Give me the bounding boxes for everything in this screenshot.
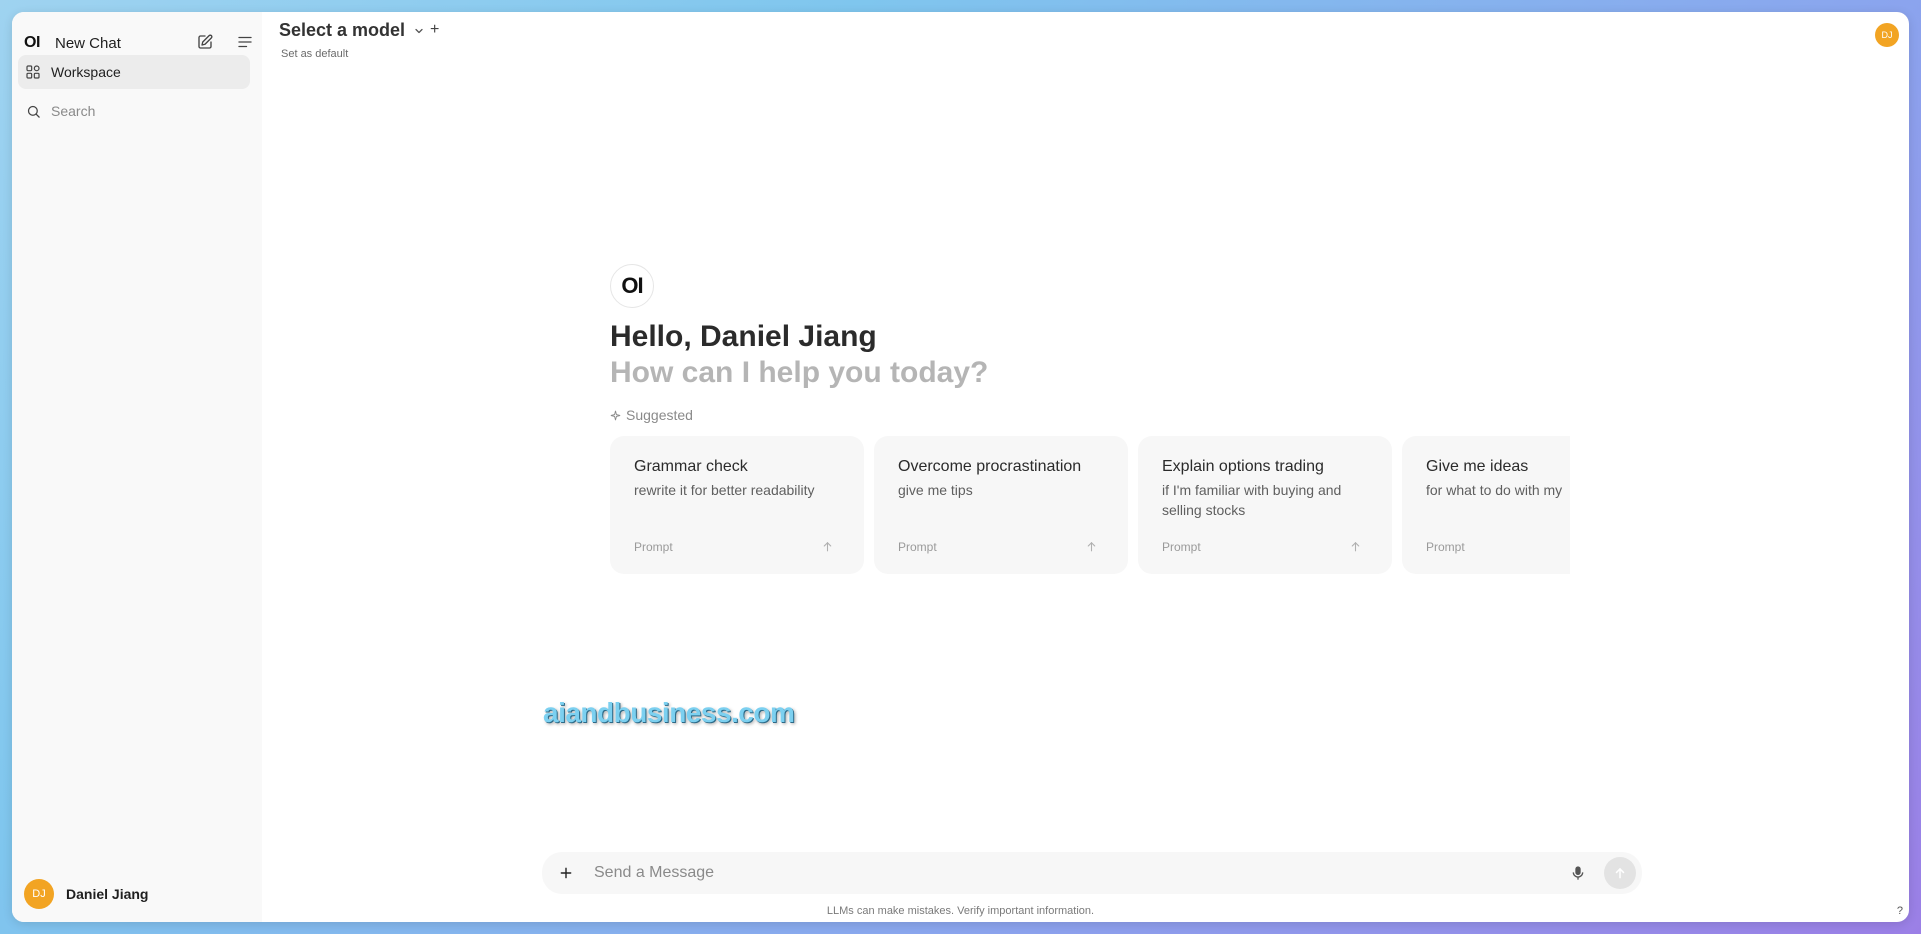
suggestion-list: Grammar check rewrite it for better read… (610, 436, 1570, 588)
hero-logo: OI (610, 264, 654, 308)
suggestion-card[interactable]: Overcome procrastination give me tips Pr… (874, 436, 1128, 574)
help-button[interactable]: ? (1897, 905, 1903, 917)
suggestion-card[interactable]: Explain options trading if I'm familiar … (1138, 436, 1392, 574)
suggestion-subtitle: give me tips (898, 482, 973, 498)
sidebar-search (18, 96, 250, 126)
arrow-up-icon (1615, 867, 1625, 879)
model-selector-label: Select a model (279, 20, 406, 40)
suggested-label: Suggested (626, 407, 693, 423)
add-model-button[interactable]: + (430, 21, 439, 39)
sidebar-item-label: Workspace (51, 64, 121, 80)
suggested-heading: Suggested (610, 407, 693, 423)
avatar[interactable]: DJ (1875, 23, 1899, 47)
suggestion-title: Overcome procrastination (898, 458, 1082, 475)
suggestion-subtitle: if I'm familiar with buying and selling … (1162, 482, 1342, 518)
send-button[interactable] (1604, 857, 1636, 889)
suggestion-subtitle: for what to do with my (1426, 482, 1563, 498)
workspace-icon (24, 63, 42, 81)
new-chat-edit-icon[interactable] (192, 29, 218, 55)
watermark-text: aiandbusiness.com (543, 697, 795, 728)
greeting: Hello, Daniel Jiang (610, 320, 877, 353)
sparkle-icon (610, 410, 621, 421)
user-name: Daniel Jiang (66, 886, 149, 902)
suggestion-title: Give me ideas (1426, 458, 1529, 475)
attach-plus-icon[interactable] (554, 861, 578, 885)
arrow-up-icon (1085, 540, 1098, 553)
greeting-subtitle: How can I help you today? (610, 356, 989, 389)
search-icon (24, 102, 42, 120)
suggestion-title: Explain options trading (1162, 458, 1324, 475)
suggestion-tag: Prompt (1426, 540, 1465, 554)
model-selector[interactable]: Select a model (279, 20, 425, 41)
message-composer (542, 852, 1642, 894)
suggestion-tag: Prompt (634, 540, 673, 554)
disclaimer-text: LLMs can make mistakes. Verify important… (826, 905, 1095, 917)
suggestion-tag: Prompt (1162, 540, 1201, 554)
app-window: OI New Chat Workspace Search DJ Daniel J… (12, 12, 1909, 922)
sidebar-menu-icon[interactable] (232, 29, 258, 55)
microphone-icon[interactable] (1566, 861, 1590, 885)
suggestion-card[interactable]: Grammar check rewrite it for better read… (610, 436, 864, 574)
suggestion-title: Grammar check (634, 458, 748, 475)
arrow-up-icon (821, 540, 834, 553)
chevron-down-icon (413, 25, 425, 37)
message-input[interactable] (594, 864, 1566, 882)
app-logo[interactable]: OI (24, 34, 40, 52)
new-chat-label[interactable]: New Chat (55, 35, 121, 52)
suggestion-tag: Prompt (898, 540, 937, 554)
suggestion-card[interactable]: Give me ideas for what to do with my Pro… (1402, 436, 1570, 574)
arrow-up-icon (1349, 540, 1362, 553)
set-default-link[interactable]: Set as default (281, 48, 348, 60)
sidebar-item-workspace[interactable]: Workspace (18, 55, 250, 89)
search-input[interactable] (51, 103, 241, 119)
sidebar: OI New Chat Workspace Search DJ Daniel J… (12, 12, 262, 922)
suggestion-subtitle: rewrite it for better readability (634, 482, 815, 498)
